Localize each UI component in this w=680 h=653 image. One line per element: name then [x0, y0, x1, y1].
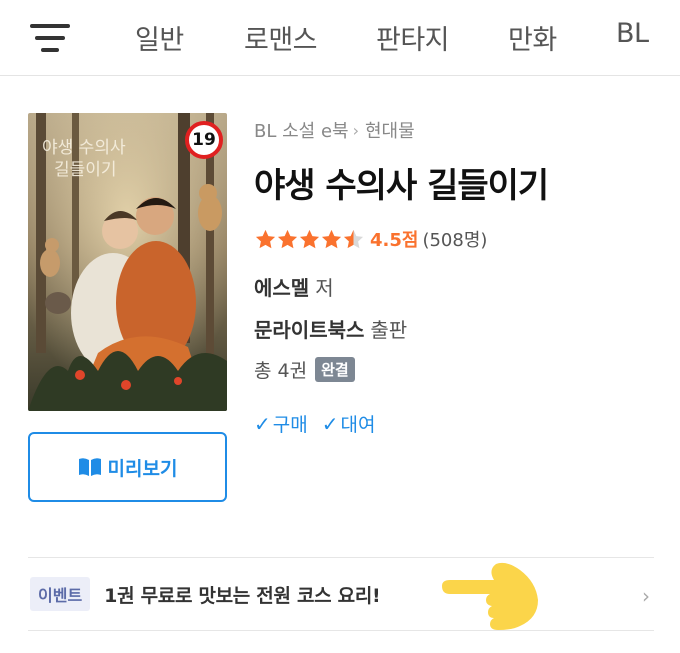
star-icon: [321, 229, 342, 248]
tab-comics[interactable]: 만화: [508, 18, 557, 57]
complete-badge: 완결: [315, 357, 355, 382]
option-rent: ✓ 대여: [322, 410, 376, 437]
publisher-suffix: 출판: [370, 318, 408, 342]
star-rating: [254, 228, 364, 251]
rating-score: 4.5점: [370, 230, 419, 251]
tab-bl[interactable]: BL: [616, 18, 649, 49]
open-book-icon: [78, 458, 101, 476]
rating-count: (508명): [422, 230, 488, 251]
volume-info: 총 4권 완결: [254, 356, 355, 383]
book-title: 야생 수의사 길들이기: [254, 166, 549, 206]
publisher-line: 문라이트북스 출판: [254, 314, 407, 343]
star-icon: [255, 229, 276, 248]
option-buy-label: 구매: [272, 414, 308, 436]
preview-button-label: 미리보기: [107, 457, 178, 480]
star-icon: [299, 229, 320, 248]
star-icon: [277, 229, 298, 248]
svg-text:길들이기: 길들이기: [54, 160, 117, 180]
chevron-right-icon: ›: [642, 584, 650, 608]
breadcrumb-subcategory[interactable]: 현대물: [365, 117, 415, 143]
pointing-hand-icon: [442, 562, 538, 630]
option-rent-label: 대여: [340, 414, 376, 436]
preview-button[interactable]: 미리보기: [28, 432, 227, 502]
publisher-name[interactable]: 문라이트북스: [254, 318, 364, 342]
event-badge: 이벤트: [30, 577, 91, 611]
tab-fantasy[interactable]: 판타지: [376, 18, 450, 57]
breadcrumb: BL 소설 e북 › 현대물: [254, 117, 415, 143]
check-icon: ✓: [321, 411, 339, 436]
top-nav: 일반 로맨스 판타지 만화 BL: [0, 0, 680, 76]
author-name[interactable]: 에스멜: [254, 276, 309, 300]
author-line: 에스멜 저: [254, 272, 334, 301]
check-icon: ✓: [254, 411, 271, 436]
tab-romance[interactable]: 로맨스: [244, 18, 318, 57]
rating-row: 4.5점 (508명): [254, 226, 487, 252]
half-star-icon: [343, 229, 364, 248]
option-buy: ✓ 구매: [254, 410, 308, 437]
age-rating-badge: 19: [185, 121, 223, 159]
tab-general[interactable]: 일반: [135, 18, 184, 57]
event-banner[interactable]: 이벤트 1권 무료로 맛보는 전원 코스 요리! ›: [28, 557, 654, 631]
breadcrumb-category[interactable]: BL 소설 e북: [254, 117, 349, 143]
event-text: 1권 무료로 맛보는 전원 코스 요리!: [104, 584, 381, 607]
author-suffix: 저: [315, 276, 334, 300]
chevron-right-icon: ›: [352, 120, 359, 140]
svg-text:야생 수의사: 야생 수의사: [42, 138, 126, 158]
purchase-options: ✓ 구매 ✓ 대여: [254, 410, 389, 437]
volume-count: 총 4권: [254, 360, 308, 382]
hamburger-menu-icon[interactable]: [30, 22, 74, 54]
